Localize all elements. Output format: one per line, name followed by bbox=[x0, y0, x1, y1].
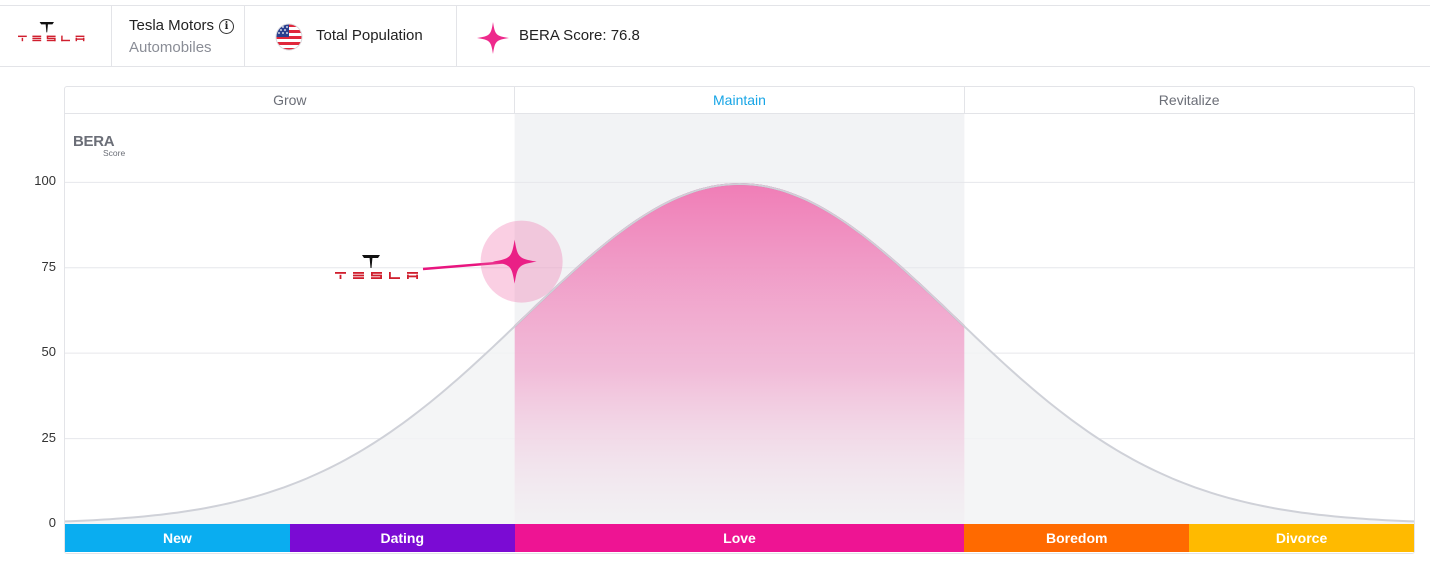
tesla-wordmark-letter bbox=[353, 272, 364, 274]
phase-revitalize[interactable]: Revitalize bbox=[964, 86, 1414, 114]
phase-grow[interactable]: Grow bbox=[65, 86, 515, 114]
stage-dating[interactable]: Dating bbox=[289, 524, 515, 552]
stage-new[interactable]: New bbox=[65, 524, 290, 552]
tesla-wordmark-letter bbox=[353, 274, 364, 277]
tesla-wordmark-letter bbox=[407, 275, 418, 278]
stage-divorce[interactable]: Divorce bbox=[1189, 524, 1414, 552]
y-axis-subtitle: Score bbox=[103, 148, 126, 158]
phase-divider bbox=[964, 86, 965, 114]
y-tick-label: 100 bbox=[34, 173, 56, 189]
phase-divider bbox=[514, 86, 515, 114]
y-tick-label: 0 bbox=[48, 515, 56, 530]
y-tick-label: 25 bbox=[41, 429, 56, 445]
tesla-wordmark-letter bbox=[389, 277, 400, 279]
tesla-wordmark-letter bbox=[339, 274, 342, 279]
tesla-wordmark-letter bbox=[407, 272, 418, 274]
tesla-t-stem bbox=[369, 257, 373, 268]
bera-chart bbox=[64, 114, 1415, 524]
phase-maintain[interactable]: Maintain bbox=[514, 86, 965, 114]
tesla-wordmark-letter bbox=[353, 277, 364, 279]
stage-love[interactable]: Love bbox=[514, 524, 965, 552]
tesla-marker-logo-icon bbox=[335, 255, 418, 279]
tesla-wordmark-letter bbox=[371, 277, 382, 279]
y-tick-label: 50 bbox=[41, 344, 56, 360]
y-tick-label: 75 bbox=[41, 258, 56, 274]
stage-boredom[interactable]: Boredom bbox=[964, 524, 1190, 552]
tesla-wordmark-letter bbox=[335, 272, 346, 274]
